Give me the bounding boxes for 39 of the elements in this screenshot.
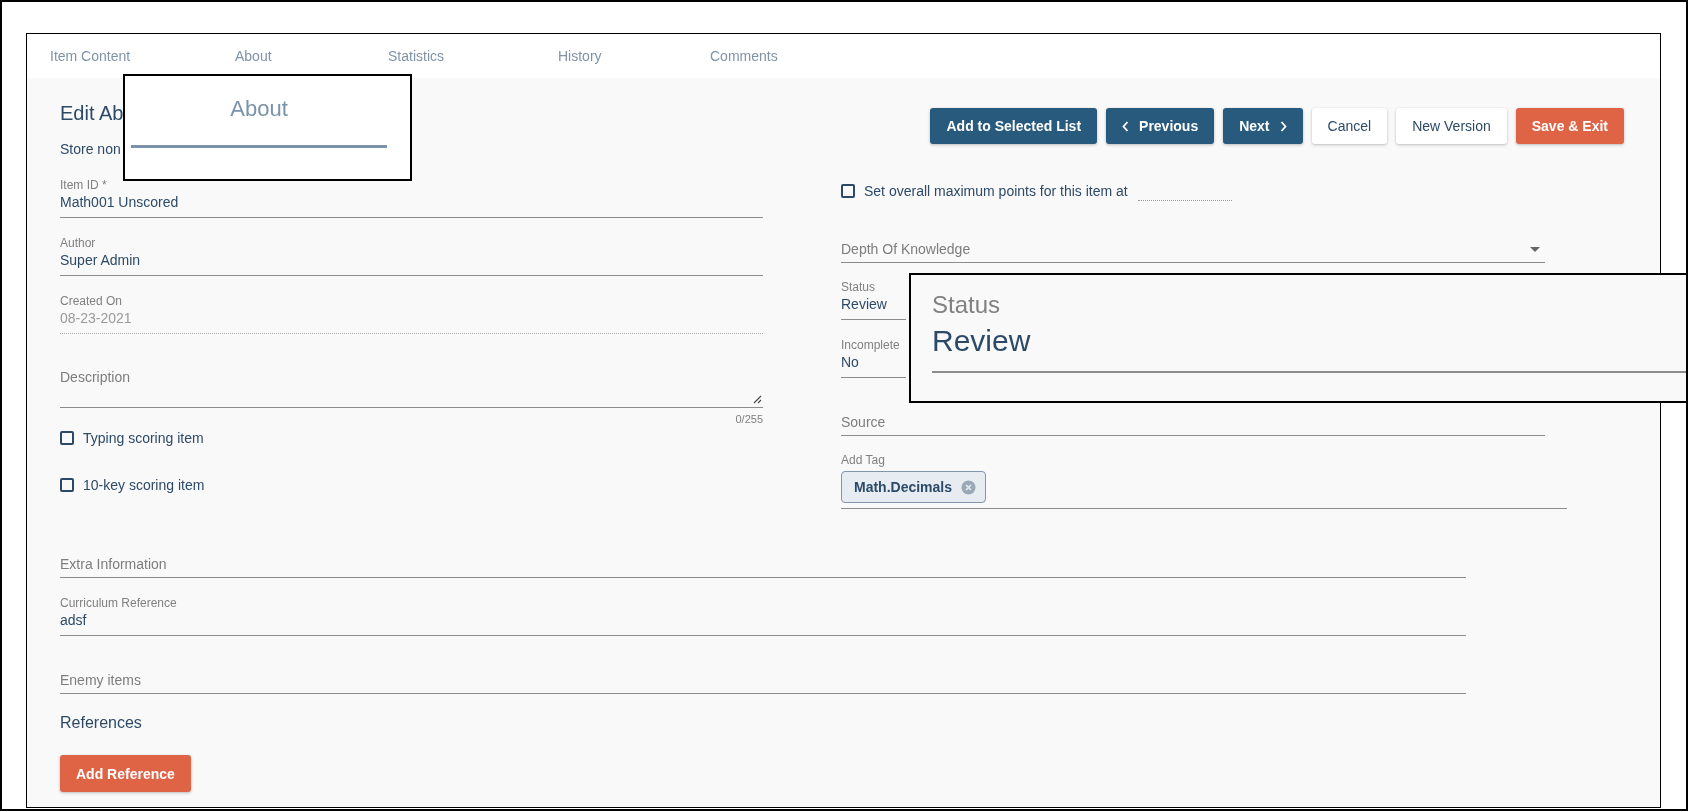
action-button[interactable]: Cancel	[1311, 108, 1388, 144]
action-button[interactable]: Save & Exit	[1515, 108, 1624, 144]
text-field[interactable]: Author Super Admin	[60, 236, 763, 276]
input-field[interactable]: Extra Information	[60, 538, 1466, 578]
tag-chip[interactable]: Math.Decimals	[841, 471, 987, 503]
field-label: Add Tag	[841, 453, 886, 467]
page-title: Edit Ab	[60, 101, 124, 126]
tab[interactable]: Item Content	[50, 48, 131, 64]
checkbox-label: Typing scoring item	[83, 430, 204, 446]
chevron-right-icon	[1279, 120, 1287, 132]
caret-icon	[1530, 246, 1540, 252]
action-button[interactable]: Previous	[1106, 108, 1215, 144]
character-counter: 0/255	[734, 412, 763, 426]
action-button[interactable]: Next	[1223, 108, 1303, 144]
text-field[interactable]: Status Review	[841, 280, 906, 320]
checkbox[interactable]	[841, 184, 855, 198]
action-button[interactable]: Add to Selected List	[930, 108, 1098, 144]
input-field[interactable]: Enemy items	[60, 654, 1466, 694]
tab[interactable]: About	[235, 48, 272, 64]
resize-grip-icon	[753, 395, 762, 404]
field-label: Status	[932, 290, 1002, 320]
checkbox[interactable]	[60, 431, 74, 445]
chevron-left-icon	[1122, 120, 1130, 132]
description-field[interactable]: Description	[60, 352, 763, 408]
add-reference-button[interactable]: Add Reference	[60, 755, 191, 792]
select-field[interactable]: Depth Of Knowledge	[841, 223, 1545, 263]
field-value: Review	[932, 323, 1032, 359]
section-heading: References	[60, 713, 143, 733]
page-subtitle: Store non	[60, 140, 122, 158]
checkbox[interactable]	[60, 478, 74, 492]
text-field[interactable]: Curriculum Reference adsf	[60, 596, 1466, 636]
action-button[interactable]: New Version	[1396, 108, 1507, 144]
checkbox-label: Set overall maximum points for this item at	[864, 183, 1128, 199]
tab[interactable]: History	[558, 48, 602, 64]
checkbox-label: 10-key scoring item	[83, 477, 205, 493]
text-field[interactable]: Incomplete No	[841, 338, 906, 378]
tab[interactable]: Comments	[710, 48, 778, 64]
tab-label: About	[229, 96, 289, 122]
tab[interactable]: Statistics	[388, 48, 444, 64]
